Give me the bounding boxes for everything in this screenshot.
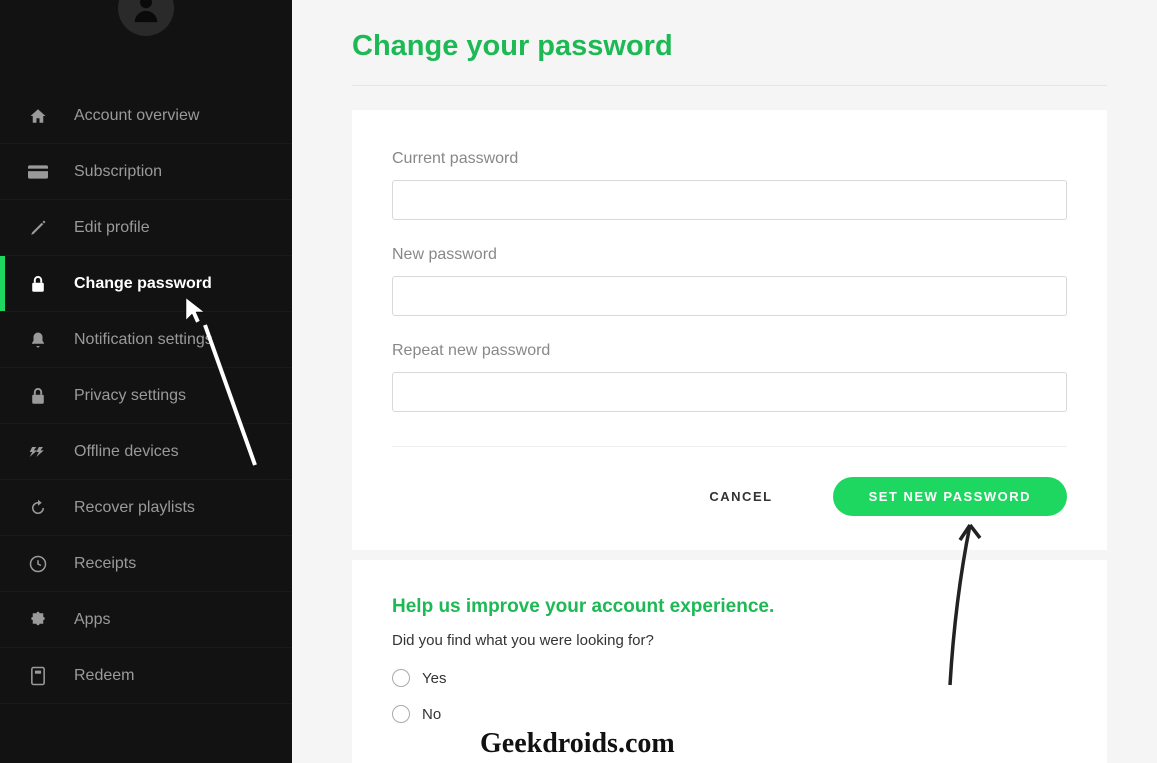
sidebar-item-recover-playlists[interactable]: Recover playlists	[0, 480, 292, 536]
sidebar-item-label: Receipts	[74, 555, 136, 573]
sidebar: Account overview Subscription Edit profile…	[0, 0, 292, 763]
clock-icon	[28, 554, 48, 574]
card-icon	[28, 162, 48, 182]
sidebar-item-receipts[interactable]: Receipts	[0, 536, 292, 592]
repeat-password-label: Repeat new password	[392, 342, 1067, 360]
feedback-no-label: No	[422, 706, 441, 723]
feedback-question: Did you find what you were looking for?	[392, 632, 1067, 649]
page-title: Change your password	[352, 30, 1107, 86]
home-icon	[28, 106, 48, 126]
avatar[interactable]	[118, 0, 174, 36]
sidebar-item-redeem[interactable]: Redeem	[0, 648, 292, 704]
new-password-input[interactable]	[392, 276, 1067, 316]
new-password-label: New password	[392, 246, 1067, 264]
feedback-option-no[interactable]: No	[392, 705, 1067, 723]
sidebar-item-label: Offline devices	[74, 443, 179, 461]
set-new-password-button[interactable]: SET NEW PASSWORD	[833, 477, 1067, 516]
sidebar-item-change-password[interactable]: Change password	[0, 256, 292, 312]
sidebar-item-privacy-settings[interactable]: Privacy settings	[0, 368, 292, 424]
sidebar-item-label: Account overview	[74, 107, 199, 125]
device-icon	[28, 442, 48, 462]
sidebar-item-subscription[interactable]: Subscription	[0, 144, 292, 200]
current-password-group: Current password	[392, 150, 1067, 220]
sidebar-item-label: Notification settings	[74, 331, 213, 349]
repeat-password-input[interactable]	[392, 372, 1067, 412]
puzzle-icon	[28, 610, 48, 630]
sidebar-item-label: Redeem	[74, 667, 134, 685]
sidebar-item-label: Change password	[74, 275, 212, 293]
avatar-area	[0, 0, 292, 88]
sidebar-item-edit-profile[interactable]: Edit profile	[0, 200, 292, 256]
radio-icon	[392, 705, 410, 723]
repeat-password-group: Repeat new password	[392, 342, 1067, 412]
feedback-option-yes[interactable]: Yes	[392, 669, 1067, 687]
sidebar-item-offline-devices[interactable]: Offline devices	[0, 424, 292, 480]
sidebar-item-label: Privacy settings	[74, 387, 186, 405]
current-password-input[interactable]	[392, 180, 1067, 220]
new-password-group: New password	[392, 246, 1067, 316]
watermark: Geekdroids.com	[480, 728, 675, 760]
feedback-title: Help us improve your account experience.	[392, 596, 1067, 618]
ticket-icon	[28, 666, 48, 686]
current-password-label: Current password	[392, 150, 1067, 168]
sidebar-item-label: Edit profile	[74, 219, 150, 237]
sidebar-item-notification-settings[interactable]: Notification settings	[0, 312, 292, 368]
bell-icon	[28, 330, 48, 350]
feedback-card: Help us improve your account experience.…	[352, 560, 1107, 763]
sidebar-item-label: Subscription	[74, 163, 162, 181]
main-content: Change your password Current password Ne…	[292, 0, 1157, 763]
pencil-icon	[28, 218, 48, 238]
radio-icon	[392, 669, 410, 687]
feedback-yes-label: Yes	[422, 670, 446, 687]
cancel-button[interactable]: CANCEL	[709, 489, 772, 504]
refresh-icon	[28, 498, 48, 518]
sidebar-item-account-overview[interactable]: Account overview	[0, 88, 292, 144]
sidebar-item-label: Recover playlists	[74, 499, 195, 517]
lock-icon	[28, 274, 48, 294]
password-form-card: Current password New password Repeat new…	[352, 110, 1107, 550]
sidebar-nav: Account overview Subscription Edit profile…	[0, 88, 292, 704]
sidebar-item-apps[interactable]: Apps	[0, 592, 292, 648]
lock-icon	[28, 386, 48, 406]
sidebar-item-label: Apps	[74, 611, 110, 629]
form-actions: CANCEL SET NEW PASSWORD	[392, 446, 1067, 516]
user-icon	[129, 0, 163, 25]
